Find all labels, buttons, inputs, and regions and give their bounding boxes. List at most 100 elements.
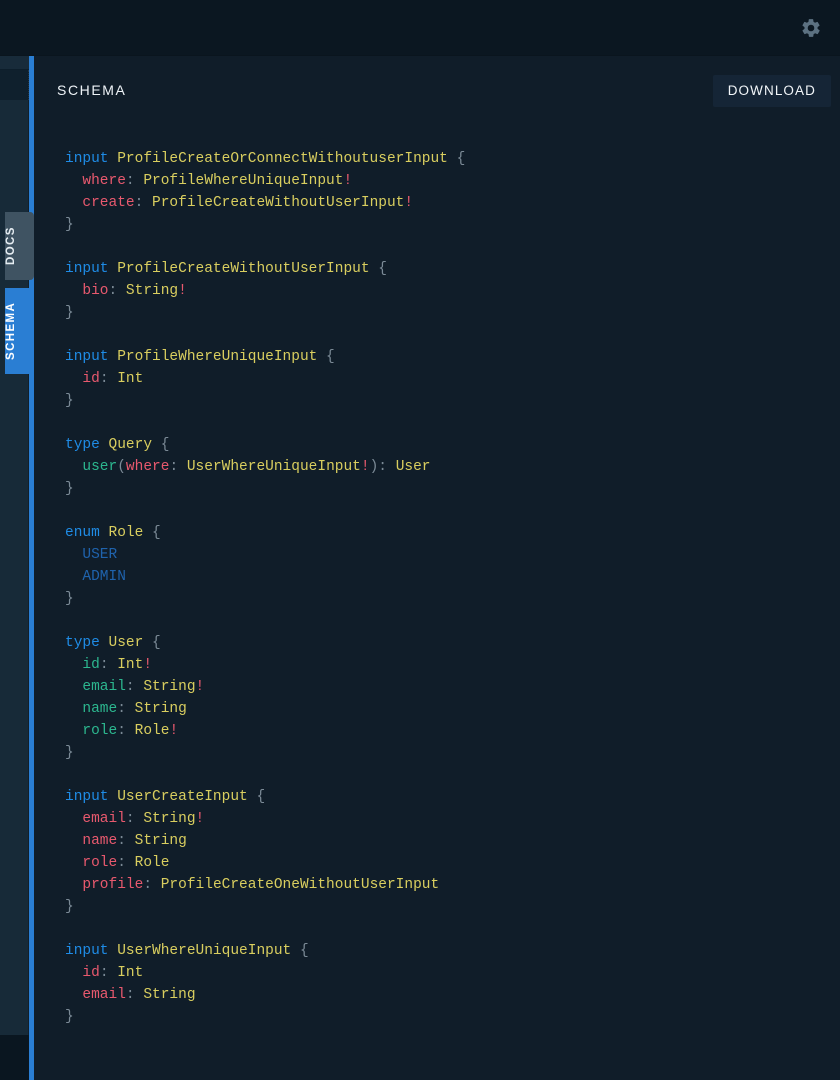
code-token: Role <box>135 855 170 871</box>
code-token <box>100 525 109 541</box>
code-token: User <box>396 459 431 475</box>
code-token: Int <box>117 965 143 981</box>
code-token: } <box>65 899 74 915</box>
code-token: ProfileCreateWithoutUserInput <box>152 195 404 211</box>
code-token: ! <box>178 283 187 299</box>
code-token: String <box>126 283 178 299</box>
code-line: } <box>34 896 840 918</box>
code-line <box>34 412 840 434</box>
code-token: { <box>317 349 334 365</box>
code-token: : <box>135 195 152 211</box>
code-token: : <box>117 701 134 717</box>
page-title: SCHEMA <box>57 82 127 98</box>
code-token: } <box>65 393 74 409</box>
code-token: input <box>65 789 109 805</box>
code-line: profile: ProfileCreateOneWithoutUserInpu… <box>34 874 840 896</box>
schema-panel: SCHEMA DOWNLOAD input ProfileCreateOrCon… <box>34 56 840 1080</box>
code-token <box>65 657 82 673</box>
code-token: ! <box>343 173 352 189</box>
top-bar <box>0 0 840 56</box>
code-line <box>34 324 840 346</box>
code-token: ProfileWhereUniqueInput <box>117 349 317 365</box>
code-token: role <box>82 855 117 871</box>
code-token: { <box>370 261 387 277</box>
code-token <box>109 151 118 167</box>
code-line: role: Role! <box>34 720 840 742</box>
code-token <box>65 679 82 695</box>
code-line: email: String <box>34 984 840 1006</box>
code-token: : <box>100 965 117 981</box>
code-line <box>34 918 840 940</box>
code-token: ProfileCreateWithoutUserInput <box>117 261 369 277</box>
code-token: profile <box>82 877 143 893</box>
code-token: } <box>65 1009 74 1025</box>
code-line: } <box>34 1006 840 1028</box>
code-token: { <box>291 943 308 959</box>
code-token: { <box>248 789 265 805</box>
code-token <box>65 701 82 717</box>
sidebar-tab-docs[interactable]: DOCS <box>5 212 34 280</box>
code-line <box>34 610 840 632</box>
code-token: : <box>126 679 143 695</box>
code-token <box>65 283 82 299</box>
code-line: } <box>34 302 840 324</box>
code-token: USER <box>82 547 117 563</box>
code-line: name: String <box>34 698 840 720</box>
settings-button[interactable] <box>796 13 826 43</box>
code-token: id <box>82 371 99 387</box>
code-line: create: ProfileCreateWithoutUserInput! <box>34 192 840 214</box>
code-line <box>34 500 840 522</box>
code-token: : <box>117 855 134 871</box>
code-line: email: String! <box>34 676 840 698</box>
code-line: USER <box>34 544 840 566</box>
code-token: type <box>65 437 100 453</box>
code-token: id <box>82 965 99 981</box>
code-token: : <box>126 811 143 827</box>
code-line: id: Int! <box>34 654 840 676</box>
code-token: ADMIN <box>82 569 126 585</box>
code-token: id <box>82 657 99 673</box>
code-token <box>65 569 82 585</box>
code-token <box>65 855 82 871</box>
code-line: role: Role <box>34 852 840 874</box>
code-line: input ProfileCreateOrConnectWithoutuserI… <box>34 148 840 170</box>
playground-root: DOCS SCHEMA SCHEMA DOWNLOAD input Profil… <box>0 0 840 1080</box>
code-token <box>65 877 82 893</box>
code-token: name <box>82 701 117 717</box>
code-token <box>109 789 118 805</box>
code-line: } <box>34 588 840 610</box>
code-token: ! <box>196 679 205 695</box>
code-token: ! <box>169 723 178 739</box>
code-token: : <box>109 283 126 299</box>
code-token <box>65 547 82 563</box>
code-token: ! <box>143 657 152 673</box>
code-token: } <box>65 481 74 497</box>
download-button[interactable]: DOWNLOAD <box>713 75 831 107</box>
code-token: ! <box>361 459 370 475</box>
code-line: type User { <box>34 632 840 654</box>
code-token <box>65 459 82 475</box>
code-line: email: String! <box>34 808 840 830</box>
code-token: { <box>448 151 465 167</box>
code-line: input ProfileWhereUniqueInput { <box>34 346 840 368</box>
code-token: User <box>109 635 144 651</box>
sidebar-tab-schema[interactable]: SCHEMA <box>5 288 36 374</box>
code-token <box>65 987 82 1003</box>
code-token <box>65 811 82 827</box>
code-token: String <box>143 811 195 827</box>
schema-code-viewer[interactable]: input ProfileCreateOrConnectWithoutuserI… <box>34 120 840 1080</box>
code-token: UserWhereUniqueInput <box>187 459 361 475</box>
code-line: bio: String! <box>34 280 840 302</box>
code-token: input <box>65 349 109 365</box>
code-line: input ProfileCreateWithoutUserInput { <box>34 258 840 280</box>
code-token <box>109 943 118 959</box>
code-token <box>65 723 82 739</box>
code-token: : <box>100 657 117 673</box>
code-token: ! <box>404 195 413 211</box>
code-token: : <box>126 987 143 1003</box>
code-line: type Query { <box>34 434 840 456</box>
code-token <box>65 173 82 189</box>
code-token: ProfileWhereUniqueInput <box>143 173 343 189</box>
code-line: ADMIN <box>34 566 840 588</box>
code-line: input UserCreateInput { <box>34 786 840 808</box>
